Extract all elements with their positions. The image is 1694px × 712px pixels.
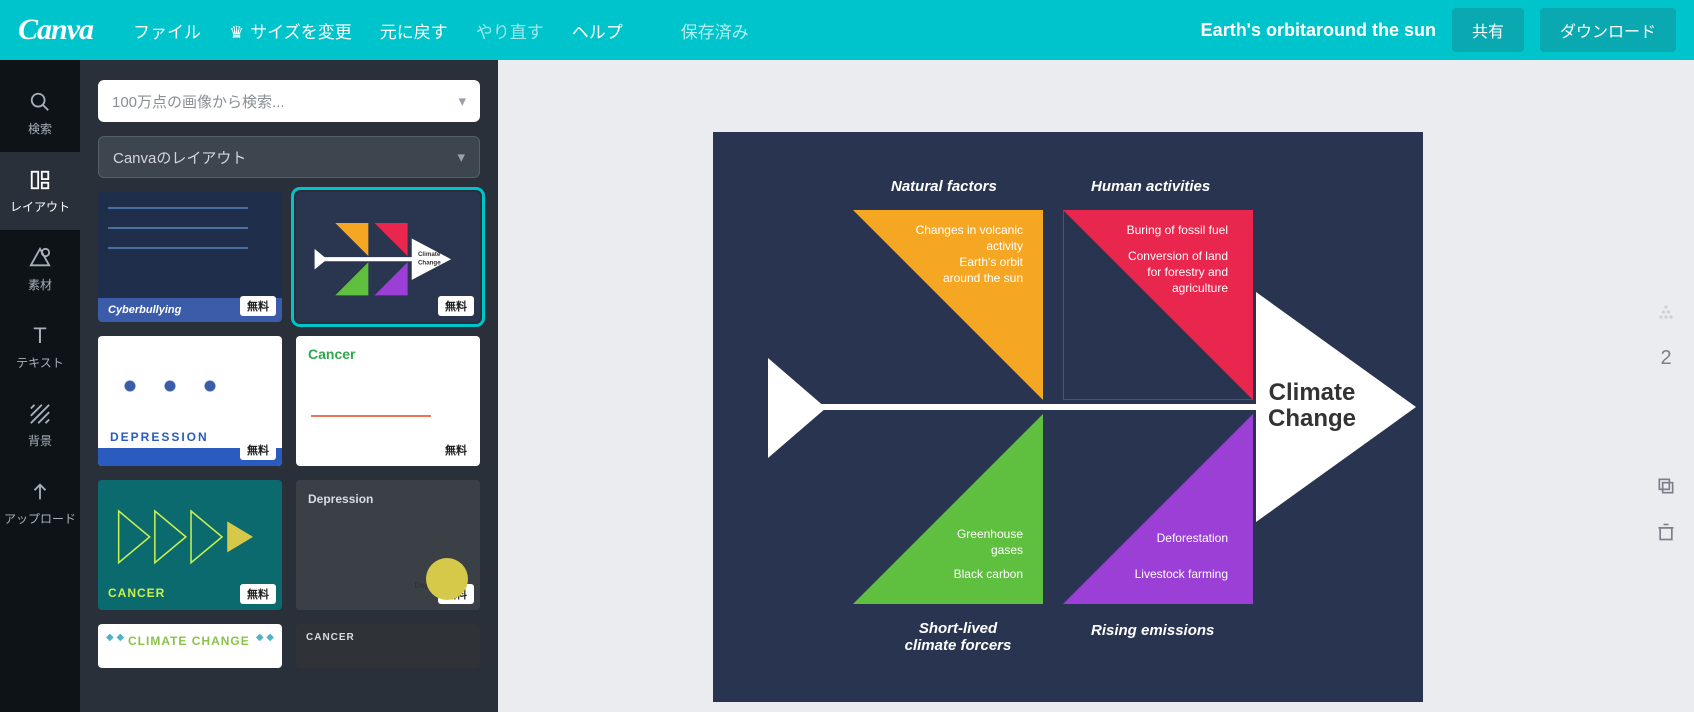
rail-upload-label: アップロード bbox=[4, 510, 76, 527]
template-title: Cancer bbox=[308, 346, 355, 362]
text-land[interactable]: Conversion of land for forestry and agri… bbox=[1121, 248, 1228, 297]
menu-saved: 保存済み bbox=[681, 18, 749, 43]
label-short-lived[interactable]: Short-lived climate forcers bbox=[893, 620, 1023, 654]
document-title[interactable]: Earth's orbitaround the sun bbox=[1201, 20, 1436, 41]
search-input[interactable]: 100万点の画像から検索... ▾ bbox=[98, 80, 480, 122]
search-icon bbox=[28, 90, 52, 114]
rail-search[interactable]: 検索 bbox=[0, 74, 80, 152]
label-natural-factors[interactable]: Natural factors bbox=[891, 178, 997, 195]
label-rising-emissions[interactable]: Rising emissions bbox=[1091, 622, 1214, 639]
template-title: DEPRESSION bbox=[110, 430, 209, 444]
arrow-line[interactable] bbox=[805, 404, 1285, 410]
template-cancer-teal[interactable]: CANCER 無料 bbox=[98, 480, 282, 610]
text-orbit[interactable]: Earth's orbit around the sun bbox=[928, 254, 1023, 286]
transparency-icon[interactable] bbox=[1654, 300, 1678, 324]
template-subtitle: Depression bbox=[414, 581, 458, 590]
rail-text-label: テキスト bbox=[16, 354, 64, 371]
menu-redo[interactable]: やり直す bbox=[476, 18, 544, 43]
background-icon bbox=[28, 402, 52, 426]
layout-icon bbox=[28, 168, 52, 192]
rail-upload[interactable]: アップロード bbox=[0, 464, 80, 542]
free-badge: 無料 bbox=[438, 296, 474, 316]
rail-layout-label: レイアウト bbox=[10, 198, 70, 215]
text-livestock[interactable]: Livestock farming bbox=[1133, 566, 1228, 582]
menu-file[interactable]: ファイル bbox=[133, 18, 201, 43]
text-icon: T bbox=[28, 324, 52, 348]
trash-icon[interactable] bbox=[1654, 520, 1678, 544]
template-title: CANCER bbox=[108, 586, 165, 600]
canva-logo[interactable]: Canva bbox=[18, 13, 93, 47]
template-depression-dark[interactable]: Depression Depression 無料 bbox=[296, 480, 480, 610]
side-rail: 検索 レイアウト 素材 T テキスト 背景 アップロード bbox=[0, 60, 80, 712]
svg-text:Change: Change bbox=[418, 259, 441, 266]
top-bar: Canva ファイル ♛サイズを変更 元に戻す やり直す ヘルプ 保存済み Ea… bbox=[0, 0, 1694, 60]
chevron-down-icon: ▾ bbox=[457, 148, 465, 166]
text-volcanic[interactable]: Changes in volcanic activity bbox=[888, 222, 1023, 254]
download-button[interactable]: ダウンロード bbox=[1540, 8, 1676, 52]
template-cancer-dark[interactable]: CANCER bbox=[296, 624, 480, 668]
elements-icon bbox=[28, 246, 52, 270]
text-carbon[interactable]: Black carbon bbox=[943, 566, 1023, 582]
page-number[interactable]: 2 bbox=[1654, 346, 1678, 370]
menu-help[interactable]: ヘルプ bbox=[572, 18, 623, 43]
templates-panel: 100万点の画像から検索... ▾ Canvaのレイアウト ▾ Cyberbul… bbox=[80, 60, 498, 712]
template-cyberbullying[interactable]: Cyberbullying 無料 bbox=[98, 192, 282, 322]
template-depression[interactable]: DEPRESSION 無料 bbox=[98, 336, 282, 466]
chevron-down-icon: ▾ bbox=[458, 92, 466, 110]
svg-text:Climate: Climate bbox=[418, 251, 441, 258]
rail-search-label: 検索 bbox=[28, 120, 52, 137]
search-placeholder: 100万点の画像から検索... bbox=[112, 91, 285, 112]
canvas-area[interactable]: Natural factors Human activities Short-l… bbox=[498, 60, 1638, 712]
free-badge: 無料 bbox=[438, 584, 474, 604]
template-title: Depression bbox=[308, 492, 373, 506]
top-menu: ファイル ♛サイズを変更 元に戻す やり直す ヘルプ 保存済み bbox=[133, 18, 749, 43]
menu-resize[interactable]: ♛サイズを変更 bbox=[229, 18, 352, 43]
template-climate-change-white[interactable]: CLIMATE CHANGE bbox=[98, 624, 282, 668]
menu-undo[interactable]: 元に戻す bbox=[380, 18, 448, 43]
share-button[interactable]: 共有 bbox=[1452, 8, 1524, 52]
free-badge: 無料 bbox=[240, 440, 276, 460]
text-greenhouse[interactable]: Greenhouse gases bbox=[943, 526, 1023, 558]
design-canvas[interactable]: Natural factors Human activities Short-l… bbox=[713, 132, 1423, 702]
triangle-red[interactable] bbox=[1063, 210, 1253, 400]
crown-icon: ♛ bbox=[229, 23, 244, 42]
template-climate-fishbone[interactable]: Climate Change 無料 bbox=[296, 192, 480, 322]
free-badge: 無料 bbox=[240, 584, 276, 604]
rail-layout[interactable]: レイアウト bbox=[0, 152, 80, 230]
text-deforestation[interactable]: Deforestation bbox=[1143, 530, 1228, 546]
text-fossil[interactable]: Buring of fossil fuel bbox=[1113, 222, 1228, 238]
copy-icon[interactable] bbox=[1654, 474, 1678, 498]
label-human-activities[interactable]: Human activities bbox=[1091, 178, 1210, 195]
free-badge: 無料 bbox=[240, 296, 276, 316]
rail-text[interactable]: T テキスト bbox=[0, 308, 80, 386]
template-title: CLIMATE CHANGE bbox=[128, 634, 250, 648]
rail-elements-label: 素材 bbox=[28, 276, 52, 293]
climate-change-text[interactable]: ClimateChange bbox=[1268, 380, 1356, 433]
rail-elements[interactable]: 素材 bbox=[0, 230, 80, 308]
template-title: CANCER bbox=[306, 632, 355, 643]
free-badge: 無料 bbox=[438, 440, 474, 460]
layout-select-label: Canvaのレイアウト bbox=[113, 147, 246, 168]
right-toolbar: 2 bbox=[1638, 60, 1694, 712]
upload-icon bbox=[28, 480, 52, 504]
rail-background[interactable]: 背景 bbox=[0, 386, 80, 464]
layout-select[interactable]: Canvaのレイアウト ▾ bbox=[98, 136, 480, 178]
template-cancer-white[interactable]: Cancer 無料 bbox=[296, 336, 480, 466]
rail-background-label: 背景 bbox=[28, 432, 52, 449]
